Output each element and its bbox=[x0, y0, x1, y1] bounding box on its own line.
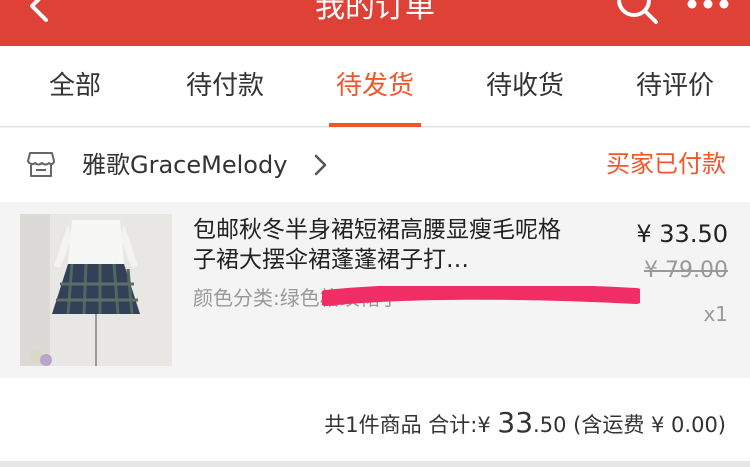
original-price: ¥ 79.00 bbox=[644, 258, 728, 283]
search-icon[interactable] bbox=[614, 0, 662, 26]
shop-icon bbox=[27, 152, 55, 177]
item-count-text: 共1件商品 合计: bbox=[324, 413, 478, 437]
active-tab-underline bbox=[329, 123, 421, 127]
tab-all[interactable]: 全部 bbox=[0, 46, 150, 127]
chevron-right-icon bbox=[314, 154, 327, 176]
order-card[interactable]: 雅歌GraceMelody 买家已付款 包邮秋冬半身裙短裙高腰显瘦毛呢格子裙大摆… bbox=[0, 128, 750, 461]
order-summary: 共1件商品 合计:¥ 33.50 (含运费 ¥ 0.00) bbox=[0, 378, 750, 461]
more-icon[interactable] bbox=[686, 0, 734, 14]
product-thumbnail[interactable] bbox=[20, 214, 172, 366]
product-image bbox=[20, 214, 172, 366]
order-item[interactable]: 包邮秋冬半身裙短裙高腰显瘦毛呢格子裙大摆伞裙蓬蓬裙子打… 颜色分类:绿色格纹裙子… bbox=[0, 202, 750, 378]
tab-label: 待收货 bbox=[485, 71, 564, 101]
shipping-fee: (含运费 ¥ 0.00) bbox=[573, 413, 726, 437]
tab-label: 待评价 bbox=[635, 71, 714, 101]
divider bbox=[0, 461, 750, 467]
order-tabs: 全部 待付款 待发货 待收货 待评价 bbox=[0, 46, 750, 127]
product-price: ¥ 33.50 bbox=[636, 220, 728, 248]
tab-pending-shipment[interactable]: 待发货 bbox=[300, 46, 450, 127]
tab-pending-receipt[interactable]: 待收货 bbox=[450, 46, 600, 127]
redaction-scribble bbox=[322, 286, 640, 306]
product-title[interactable]: 包邮秋冬半身裙短裙高腰显瘦毛呢格子裙大摆伞裙蓬蓬裙子打… bbox=[193, 215, 573, 275]
total-decimal: .50 bbox=[533, 413, 567, 437]
tab-label: 全部 bbox=[48, 71, 101, 101]
tab-pending-review[interactable]: 待评价 bbox=[600, 46, 750, 127]
quantity: x1 bbox=[703, 302, 728, 326]
currency-symbol: ¥ bbox=[477, 413, 491, 437]
shop-name[interactable]: 雅歌GraceMelody bbox=[82, 128, 287, 202]
top-bar: 我的订单 bbox=[0, 0, 750, 46]
total-integer: 33 bbox=[497, 406, 534, 439]
tab-pending-payment[interactable]: 待付款 bbox=[150, 46, 300, 127]
tab-label: 待付款 bbox=[185, 71, 264, 101]
tab-label: 待发货 bbox=[335, 71, 414, 101]
order-status: 买家已付款 bbox=[606, 150, 726, 178]
shop-row[interactable]: 雅歌GraceMelody 买家已付款 bbox=[0, 128, 750, 202]
